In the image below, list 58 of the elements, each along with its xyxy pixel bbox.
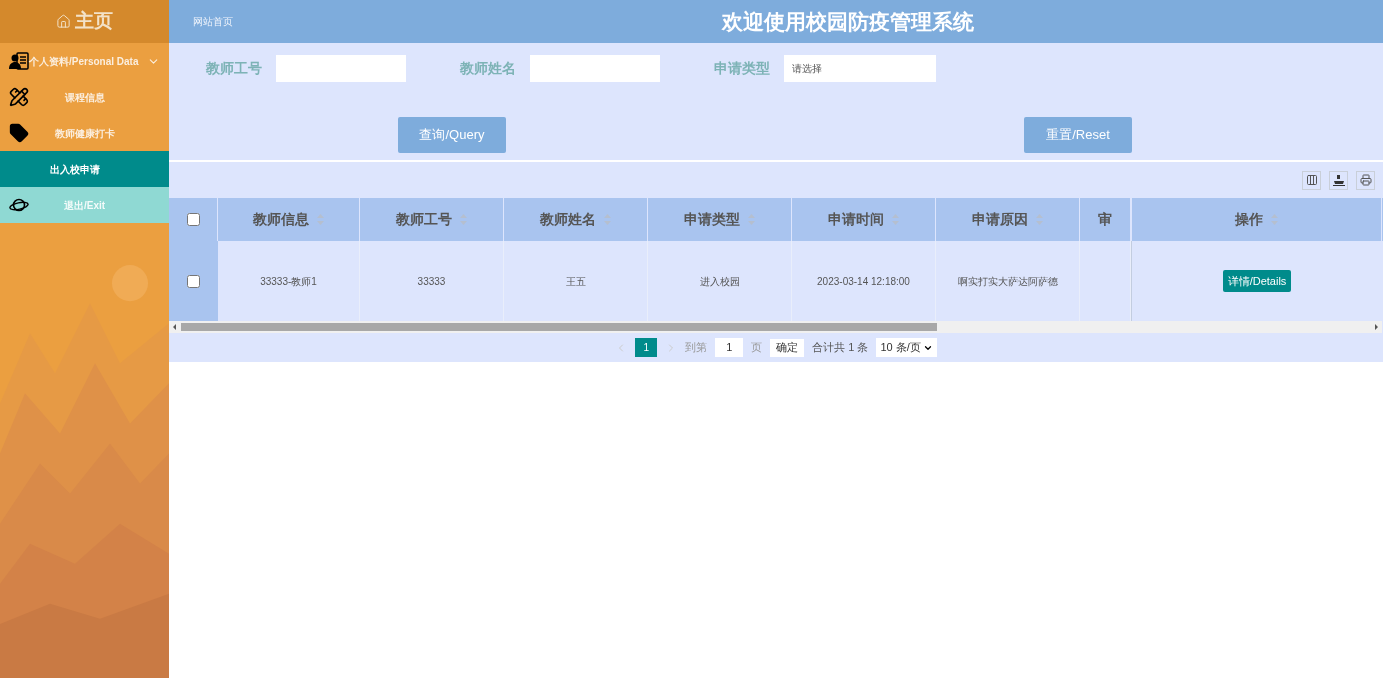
columns-icon	[1305, 174, 1318, 186]
contact-card-icon	[9, 52, 29, 70]
input-field[interactable]	[530, 54, 660, 82]
column-header[interactable]: 操作	[1131, 198, 1382, 241]
row-checkbox[interactable]	[187, 274, 200, 288]
details-button[interactable]: 详情/Details	[1222, 270, 1292, 292]
sidebar-item-label[interactable]: 出入校申请	[9, 161, 160, 177]
confirm-button[interactable]: 确定	[770, 338, 805, 357]
sort-icon[interactable]	[604, 214, 611, 225]
page-unit: 页	[751, 340, 763, 356]
column-header[interactable]: 教师信息	[218, 198, 360, 241]
column-header[interactable]: 教师姓名	[504, 198, 648, 241]
column-header[interactable]: 申请类型	[648, 198, 792, 241]
sort-icon[interactable]	[460, 214, 467, 225]
column-title: 申请类型	[684, 210, 740, 229]
total-count: 合计共 1 条	[812, 340, 869, 356]
field-label: 申请类型	[714, 58, 770, 78]
column-title: 审	[1098, 210, 1112, 229]
sort-icon[interactable]	[1271, 214, 1278, 225]
column-title: 教师工号	[396, 210, 452, 229]
sidebar-item[interactable]: 出入校申请	[0, 151, 169, 187]
select-all-checkbox[interactable]	[186, 213, 200, 226]
column-header[interactable]: 审	[1080, 198, 1131, 241]
home-icon[interactable]	[56, 14, 71, 29]
input-field[interactable]	[276, 54, 406, 82]
reset-button[interactable]: 重置/Reset	[1024, 117, 1132, 153]
sort-icon[interactable]	[892, 214, 899, 225]
page-title: 欢迎使用校园防疫管理系统	[720, 8, 975, 35]
page-size-select[interactable]: 10 条/页	[876, 338, 937, 357]
column-title: 操作	[1235, 210, 1263, 229]
column-header[interactable]: 教师工号	[360, 198, 504, 241]
sidebar-title[interactable]: 主页	[75, 7, 113, 36]
horizontal-scrollbar[interactable]	[169, 321, 1382, 333]
columns-button[interactable]	[1302, 170, 1321, 190]
export-button[interactable]	[1329, 170, 1348, 190]
print-button[interactable]	[1356, 170, 1375, 190]
tag-icon	[9, 123, 29, 143]
sort-icon[interactable]	[317, 214, 324, 225]
column-title: 申请时间	[828, 210, 884, 229]
field-label: 教师姓名	[460, 58, 516, 78]
export-icon	[1332, 174, 1345, 186]
query-button[interactable]: 查询/Query	[398, 117, 506, 153]
column-title: 教师信息	[253, 210, 309, 229]
sort-icon[interactable]	[1036, 214, 1043, 225]
print-icon	[1359, 174, 1372, 186]
planet-icon	[9, 197, 29, 213]
page-button[interactable]: 1	[635, 338, 658, 357]
column-title: 教师姓名	[540, 210, 596, 229]
sort-icon[interactable]	[748, 214, 755, 225]
column-title: 申请原因	[972, 210, 1028, 229]
pencil-ruler-icon	[9, 87, 29, 107]
column-header[interactable]: 申请时间	[792, 198, 936, 241]
goto-label: 到第	[685, 340, 708, 356]
column-header[interactable]: 申请原因	[936, 198, 1080, 241]
page-input[interactable]: 1	[715, 338, 744, 357]
breadcrumb-link[interactable]: 网站首页	[193, 14, 233, 29]
field-label: 教师工号	[206, 58, 262, 78]
type-select[interactable]: 请选择	[784, 54, 936, 82]
